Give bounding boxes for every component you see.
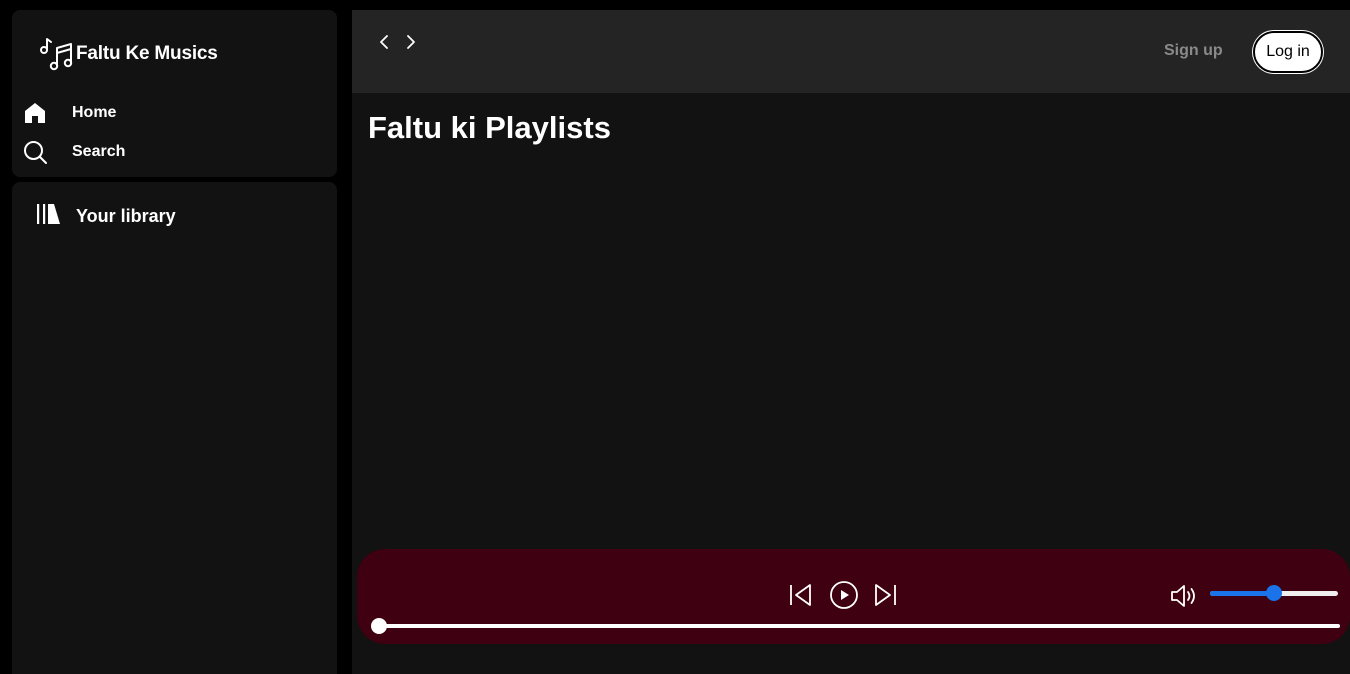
page-title: Faltu ki Playlists	[368, 110, 611, 145]
volume-icon[interactable]	[1169, 583, 1199, 609]
play-icon[interactable]	[829, 580, 859, 610]
volume-slider[interactable]	[1210, 585, 1338, 601]
library-button[interactable]: Your library	[36, 202, 176, 231]
nav-item-search[interactable]: Search	[22, 139, 125, 165]
chevron-left-icon[interactable]	[375, 32, 393, 52]
previous-icon[interactable]	[788, 581, 814, 609]
player-bar	[357, 549, 1350, 644]
music-notes-icon	[40, 38, 73, 71]
volume-thumb[interactable]	[1266, 585, 1282, 601]
library-icon	[36, 202, 62, 231]
chevron-right-icon[interactable]	[402, 32, 420, 52]
nav-item-label: Home	[72, 104, 117, 121]
sidebar-library-panel: Your library	[12, 182, 337, 674]
volume-fill	[1210, 591, 1274, 596]
nav-item-home[interactable]: Home	[22, 100, 116, 126]
next-icon[interactable]	[872, 581, 898, 609]
login-button[interactable]: Log in	[1253, 31, 1323, 73]
nav-item-label: Search	[72, 143, 126, 160]
brand-logo[interactable]: Faltu Ke Musics	[38, 36, 218, 72]
main-content: Sign up Log in Faltu ki Playlists	[352, 10, 1350, 674]
brand-name: Faltu Ke Musics	[76, 43, 218, 64]
signup-button[interactable]: Sign up	[1164, 42, 1223, 60]
top-bar: Sign up Log in	[352, 10, 1350, 93]
seek-thumb[interactable]	[371, 618, 387, 634]
library-label: Your library	[76, 206, 176, 226]
home-icon	[22, 100, 48, 126]
app-root: Faltu Ke Musics Home Search Your library…	[0, 0, 1350, 674]
sidebar-nav-panel: Faltu Ke Musics Home Search	[12, 10, 337, 177]
seek-bar[interactable]	[371, 618, 1340, 634]
search-icon	[22, 139, 48, 165]
